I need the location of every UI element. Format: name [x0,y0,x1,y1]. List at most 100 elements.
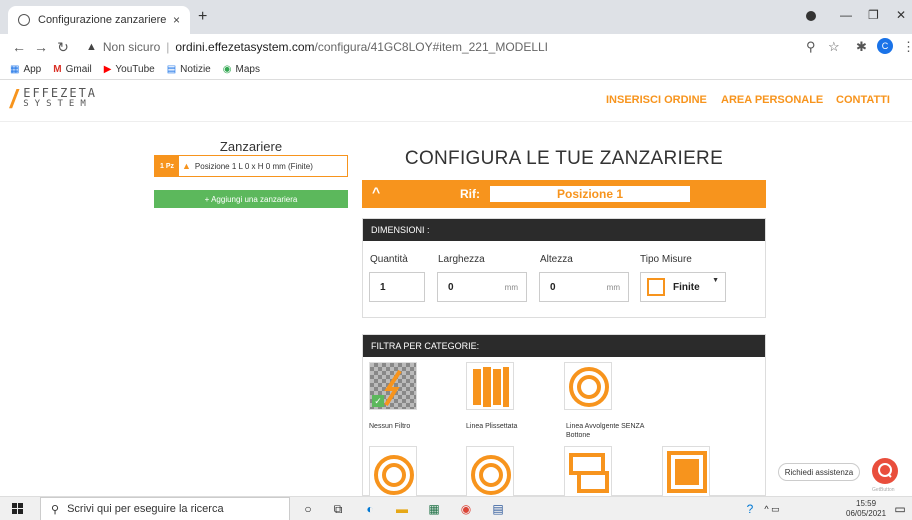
restore-window-icon[interactable]: ❐ [868,8,879,22]
chevron-up-icon[interactable]: ^ [372,184,380,200]
larghezza-label: Larghezza [438,254,485,265]
category-item[interactable] [369,446,417,496]
word-icon[interactable]: ▤ [490,501,506,517]
clock-time: 15:59 [856,499,877,508]
globe-icon [18,14,30,26]
bookmark-youtube[interactable]: ▶ YouTube [104,64,155,75]
file-explorer-icon[interactable]: ▬ [394,501,410,517]
rif-input[interactable]: Posizione 1 [490,186,690,202]
rif-label: Rif: [460,187,480,201]
altezza-value: 0 [550,281,556,293]
bookmark-label: YouTube [115,64,155,75]
bookmark-label: Notizie [180,64,211,75]
profile-avatar[interactable]: C [877,38,893,54]
logo-line1: EFFEZETA [23,86,98,100]
bookmark-label: App [23,64,42,75]
extensions-icon[interactable]: ✱ [856,39,867,55]
category-item[interactable] [564,446,612,496]
url-host: ordini.effezetasystem.com [175,40,315,54]
warning-icon: ▲ [86,41,97,53]
unit-label: mm [504,283,518,292]
position-header-bar: ^ Rif: Posizione 1 [362,180,766,208]
bookmarks-bar: ▦ App M Gmail ▶ YouTube ▤ Notizie ◉ Maps [0,60,912,80]
category-nessun-filtro[interactable]: ✓ [369,362,417,410]
excel-icon[interactable]: ▦ [426,501,442,517]
notification-icon[interactable]: ▭ [892,501,908,517]
menu-inserisci-ordine[interactable]: INSERISCI ORDINE [606,94,707,106]
bookmark-app[interactable]: ▦ App [10,64,41,75]
page-title: CONFIGURA LE TUE ZANZARIERE [404,148,724,169]
quantita-input[interactable]: 1 [369,272,425,302]
browser-tab[interactable]: Configurazione zanzariere × [8,6,190,34]
altezza-label: Altezza [540,254,573,265]
back-arrow-icon[interactable]: ← [8,39,30,55]
spiral-roll-icon [471,455,511,495]
youtube-icon: ▶ [103,64,112,75]
frame-finite-icon [647,278,665,296]
clock-date: 06/05/2021 [846,509,887,518]
taskbar-clock[interactable]: 15:59 06/05/2021 [846,499,886,519]
star-icon[interactable]: ☆ [828,39,840,55]
category-linea-avvolgente[interactable] [564,362,612,410]
position-qty-badge: 1 Pz [155,156,179,176]
altezza-input[interactable]: 0 mm [539,272,629,302]
category-label: Linea Avvolgente SENZA Bottone [566,423,645,439]
close-window-icon[interactable]: ✕ [896,8,906,22]
larghezza-input[interactable]: 0 mm [437,272,527,302]
address-bar[interactable]: ▲ Non sicuro | ordini.effezetasystem.com… [86,36,846,58]
system-tray-icons[interactable]: ^ ▭ ◠ ◁ [764,501,780,517]
dimensions-panel: DIMENSIONI : [362,218,766,318]
bookmark-label: Gmail [65,64,92,75]
site-logo[interactable]: / EFFEZETA SYSTEM [10,86,97,112]
zanzariere-heading: Zanzariere [219,139,283,154]
spiral-roll-icon [374,455,414,495]
windows-taskbar: ⚲ Scrivi qui per eseguire la ricerca ○ ⧉… [0,496,912,520]
category-label: Linea Plissettata [466,423,518,430]
getbutton-brand: GetButton [872,487,895,493]
chat-assistance-button[interactable] [872,458,898,484]
pleated-screen-icon [473,367,509,407]
taskbar-search[interactable]: ⚲ Scrivi qui per eseguire la ricerca [40,497,290,520]
tab-title: Configurazione zanzariere [38,14,167,26]
category-item[interactable] [662,446,710,496]
position-list-item[interactable]: 1 Pz ▲ Posizione 1 L 0 x H 0 mm (Finite) [154,155,348,177]
security-label: Non sicuro [102,40,161,54]
category-item[interactable] [466,446,514,496]
warning-icon: ▲ [182,161,191,171]
quantita-label: Quantità [370,254,408,265]
category-label: Nessun Filtro [369,423,411,430]
larghezza-value: 0 [448,281,454,293]
menu-contatti[interactable]: CONTATTI [836,94,890,106]
sliding-frame-icon [569,453,609,493]
task-view-icon[interactable]: ⧉ [330,501,346,517]
caret-down-icon: ▼ [712,277,719,284]
menu-kebab-icon[interactable]: ⋮ [902,39,912,55]
logo-line2: SYSTEM [23,99,92,109]
fixed-frame-icon [667,451,707,493]
windows-start-icon[interactable] [12,503,24,515]
help-icon[interactable]: ? [742,501,758,517]
assistance-label[interactable]: Richiedi assistenza [778,463,860,481]
edge-icon[interactable]: ◐ [362,501,378,517]
category-linea-plissettata[interactable] [466,362,514,410]
bookmark-gmail[interactable]: M Gmail [53,64,91,75]
browser-toolbar: ← → ↻ ▲ Non sicuro | ordini.effezetasyst… [0,34,912,60]
maps-pin-icon: ◉ [222,64,232,75]
tipo-misure-select[interactable]: Finite ▼ [640,272,726,302]
checkmark-icon: ✓ [372,395,384,407]
zoom-icon[interactable]: ⚲ [806,39,816,55]
tipo-misure-value: Finite [673,281,700,293]
minimize-window-icon[interactable]: — [840,8,852,22]
position-summary: Posizione 1 L 0 x H 0 mm (Finite) [194,161,313,171]
bookmark-maps[interactable]: ◉ Maps [223,64,260,75]
taskbar-search-placeholder: Scrivi qui per eseguire la ricerca [67,503,224,515]
new-tab-button[interactable]: + [198,8,207,26]
chrome-icon[interactable]: ◉ [458,501,474,517]
menu-area-personale[interactable]: AREA PERSONALE [721,94,823,106]
cortana-icon[interactable]: ○ [300,501,316,517]
close-tab-icon[interactable]: × [173,13,180,27]
reload-icon[interactable]: ↻ [52,39,74,56]
add-zanzariera-button[interactable]: + Aggiungi una zanzariera [154,190,348,208]
forward-arrow-icon[interactable]: → [30,39,52,55]
bookmark-notizie[interactable]: ▤ Notizie [167,64,211,75]
